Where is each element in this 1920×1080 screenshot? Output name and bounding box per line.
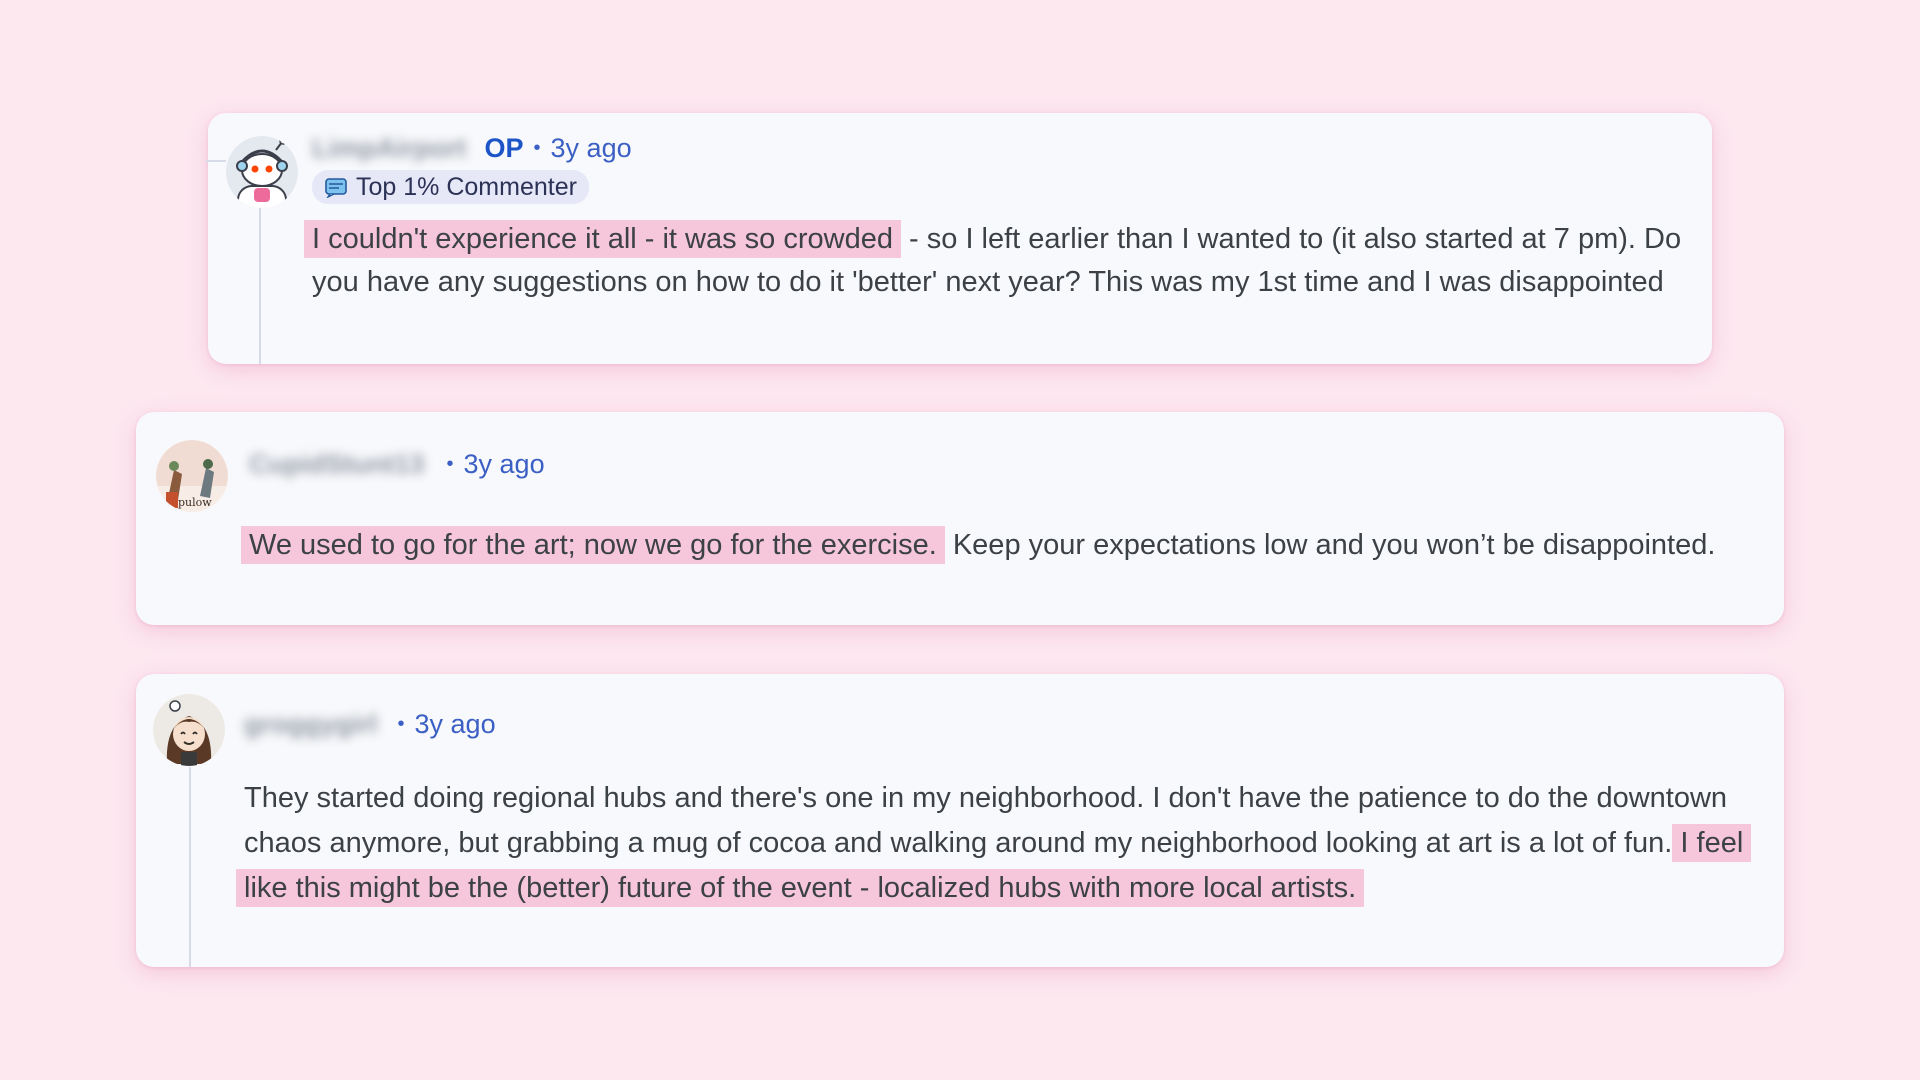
commenter-badge-icon <box>324 176 348 198</box>
comment-body: They started doing regional hubs and the… <box>236 776 1769 911</box>
timestamp-link[interactable]: 3y ago <box>464 449 545 480</box>
svg-text:pulow: pulow <box>178 496 212 509</box>
robot-avatar-icon[interactable] <box>226 136 298 208</box>
comment-body: I couldn't experience it all - it was so… <box>304 218 1702 304</box>
flair-label: Top 1% Commenter <box>356 172 577 201</box>
username-link[interactable]: LimpAirport <box>312 133 467 164</box>
op-badge: OP <box>484 133 524 163</box>
figures-avatar-icon[interactable]: pulow <box>156 440 228 512</box>
comment-meta: LimpAirport OP • 3y ago <box>312 133 632 164</box>
body-text: Keep your expectations low and you won’t… <box>944 529 1716 561</box>
thread-line <box>189 767 191 967</box>
comment-card: pulow CupidStunt13 • 3y ago We used to g… <box>136 412 1784 625</box>
username-link[interactable]: groggygirl <box>244 709 378 740</box>
timestamp-link[interactable]: 3y ago <box>551 133 632 164</box>
comment-body: We used to go for the art; now we go for… <box>241 522 1769 569</box>
comment-meta: groggygirl • 3y ago <box>244 709 496 740</box>
highlighted-text: I couldn't experience it all - it was so… <box>304 220 901 258</box>
separator-dot: • <box>446 453 454 475</box>
timestamp-link[interactable]: 3y ago <box>415 709 496 740</box>
username-link[interactable]: CupidStunt13 <box>249 449 425 480</box>
thread-line <box>206 160 226 162</box>
separator-dot: • <box>397 713 405 735</box>
comment-card: groggygirl • 3y ago They started doing r… <box>136 674 1784 967</box>
thread-line <box>259 205 261 364</box>
girl-avatar-icon[interactable] <box>153 694 225 766</box>
comment-meta: CupidStunt13 • 3y ago <box>249 449 545 480</box>
highlighted-text: We used to go for the art; now we go for… <box>241 526 945 564</box>
body-text: They started doing regional hubs and the… <box>244 782 1728 859</box>
commenter-flair: Top 1% Commenter <box>312 170 589 204</box>
comment-card: LimpAirport OP • 3y ago Top 1% Commenter… <box>206 113 1712 364</box>
separator-dot: • <box>533 137 541 159</box>
